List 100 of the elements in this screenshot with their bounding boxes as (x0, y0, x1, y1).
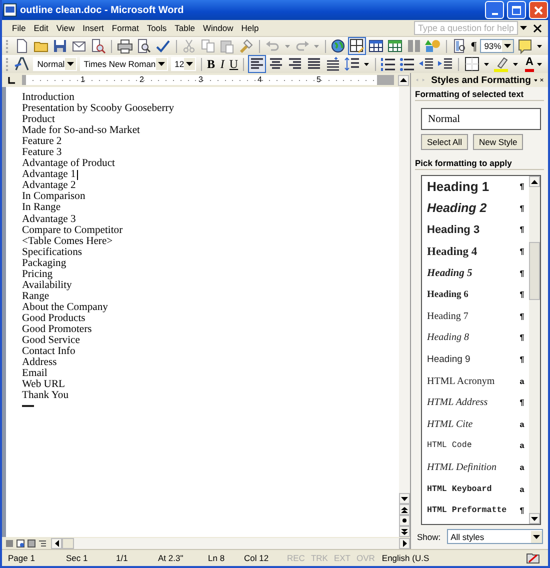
scroll-up-button[interactable] (529, 176, 540, 187)
menu-item[interactable]: View (52, 23, 79, 33)
help-search-field[interactable]: Type a question for help (414, 21, 518, 35)
menu-item[interactable]: Insert (78, 23, 108, 33)
document-line: About the Company (22, 302, 108, 313)
styles-pane-icon[interactable] (13, 55, 32, 73)
select-all-button[interactable]: Select All (421, 134, 468, 150)
menu-item[interactable]: Window (199, 23, 238, 33)
scroll-thumb[interactable] (529, 242, 540, 300)
ruler-number: 1 (80, 75, 85, 85)
caret-icon[interactable] (534, 78, 538, 82)
spreadsheet-icon[interactable] (386, 37, 404, 55)
caret-icon[interactable] (484, 62, 489, 66)
line-spacing-icon[interactable] (342, 55, 361, 73)
menu-item[interactable]: Tools (142, 23, 171, 33)
double-arrow-up-icon (401, 506, 408, 512)
scroll-down-button[interactable] (529, 513, 540, 524)
selected-style-field[interactable]: Normal (421, 108, 541, 130)
caret-icon[interactable] (512, 62, 518, 66)
end-of-document-mark (22, 405, 34, 408)
close-button[interactable] (529, 1, 548, 19)
document-line: Availability (22, 280, 72, 291)
menu-item[interactable]: Help (237, 23, 263, 33)
caret-icon[interactable] (537, 62, 542, 66)
style-list-item[interactable]: Heading 3 (427, 224, 480, 236)
print-layout-icon[interactable] (27, 538, 36, 548)
style-type-mark: ¶ (518, 182, 526, 192)
printer-icon[interactable] (116, 37, 134, 55)
help-icon[interactable] (516, 37, 534, 55)
close-icon[interactable] (540, 76, 544, 84)
show-hide-button[interactable]: ¶ (470, 38, 478, 54)
font-dropdown[interactable]: Times New Roman (80, 57, 168, 71)
spelling-status-icon[interactable] (526, 552, 540, 564)
style-type-mark: ¶ (518, 355, 526, 364)
font-size-dropdown[interactable]: 12 (170, 57, 196, 71)
align-left-icon[interactable] (248, 55, 266, 73)
menu-item[interactable]: Format (108, 23, 143, 33)
numbered-list-icon[interactable] (379, 55, 398, 73)
italic-button[interactable]: I (217, 56, 228, 72)
style-list-item[interactable]: HTML Definition (427, 462, 497, 474)
dot-icon (402, 518, 407, 523)
browse-object-button[interactable] (399, 515, 410, 526)
menu-item[interactable]: Table (170, 23, 199, 33)
document-line: Presentation by Scooby Gooseberry (22, 103, 174, 114)
style-list-item[interactable]: Heading 5 (427, 268, 472, 279)
style-type-mark: a (518, 441, 526, 450)
tab-stop-icon[interactable] (7, 76, 16, 84)
style-list-item[interactable]: Heading 8 (427, 332, 469, 344)
style-list-item[interactable]: Heading 1 (427, 179, 490, 194)
style-list-item[interactable]: Heading 7 (427, 310, 468, 322)
style-type-mark: a (518, 463, 526, 472)
caret-icon[interactable] (364, 62, 369, 66)
close-icon[interactable] (533, 24, 542, 32)
highlighter-icon[interactable] (492, 55, 510, 73)
show-dropdown[interactable]: All styles (446, 529, 543, 544)
minimize-icon (492, 12, 498, 14)
style-list-item[interactable]: Heading 2 (427, 201, 487, 216)
zoom-dropdown[interactable]: 93% (480, 39, 514, 53)
bold-button[interactable]: B (206, 56, 216, 72)
style-list-item[interactable]: Heading 4 (427, 246, 478, 258)
horizontal-scrollbar[interactable] (51, 538, 410, 548)
caret-icon[interactable] (520, 26, 527, 30)
scroll-right-button[interactable] (399, 538, 410, 548)
previous-page-button[interactable] (399, 504, 410, 515)
document-line: Web URL (22, 379, 65, 390)
style-list-item[interactable]: HTML Cite (427, 418, 473, 430)
bullet-list-icon[interactable] (398, 55, 416, 73)
scroll-thumb[interactable] (62, 538, 74, 548)
new-style-button[interactable]: New Style (472, 134, 524, 150)
scroll-left-button[interactable] (51, 538, 62, 548)
caret-icon[interactable] (537, 44, 542, 48)
menu-item[interactable]: File (8, 23, 30, 33)
vertical-scrollbar[interactable] (399, 87, 410, 537)
ruler[interactable]: 1 2 3 4 5 (22, 75, 377, 85)
style-list-item[interactable]: Heading 6 (427, 290, 468, 300)
style-list-item[interactable]: HTML Keyboard (427, 484, 492, 494)
style-dropdown[interactable]: Normal (33, 57, 77, 71)
underline-button[interactable]: U (228, 56, 239, 72)
style-list-item[interactable]: HTML Code (427, 441, 472, 450)
menu-item[interactable]: Edit (30, 23, 52, 33)
arrow-up-icon (531, 180, 538, 184)
scroll-down-button[interactable] (399, 493, 410, 504)
maximize-button[interactable] (507, 1, 526, 19)
next-page-button[interactable] (399, 526, 410, 537)
minimize-button[interactable] (485, 1, 504, 19)
style-list-item[interactable]: HTML Preformatte (427, 506, 507, 516)
document-line: Good Promoters (22, 324, 92, 336)
document-line: Pricing (22, 268, 53, 280)
table-pencil-icon[interactable] (348, 37, 366, 55)
globe-icon[interactable] (329, 37, 348, 55)
web-layout-icon[interactable] (16, 538, 25, 548)
style-list-item[interactable]: HTML Address (427, 397, 488, 408)
border-icon[interactable] (462, 55, 481, 73)
document-line: Thank You (22, 390, 69, 402)
scroll-up-button[interactable] (398, 74, 409, 86)
outline-view-icon[interactable] (38, 538, 47, 548)
style-list-item[interactable]: HTML Acronym (427, 376, 495, 387)
search-document-icon[interactable] (89, 37, 108, 55)
table-icon[interactable] (367, 37, 386, 55)
style-list-item[interactable]: Heading 9 (427, 354, 470, 366)
